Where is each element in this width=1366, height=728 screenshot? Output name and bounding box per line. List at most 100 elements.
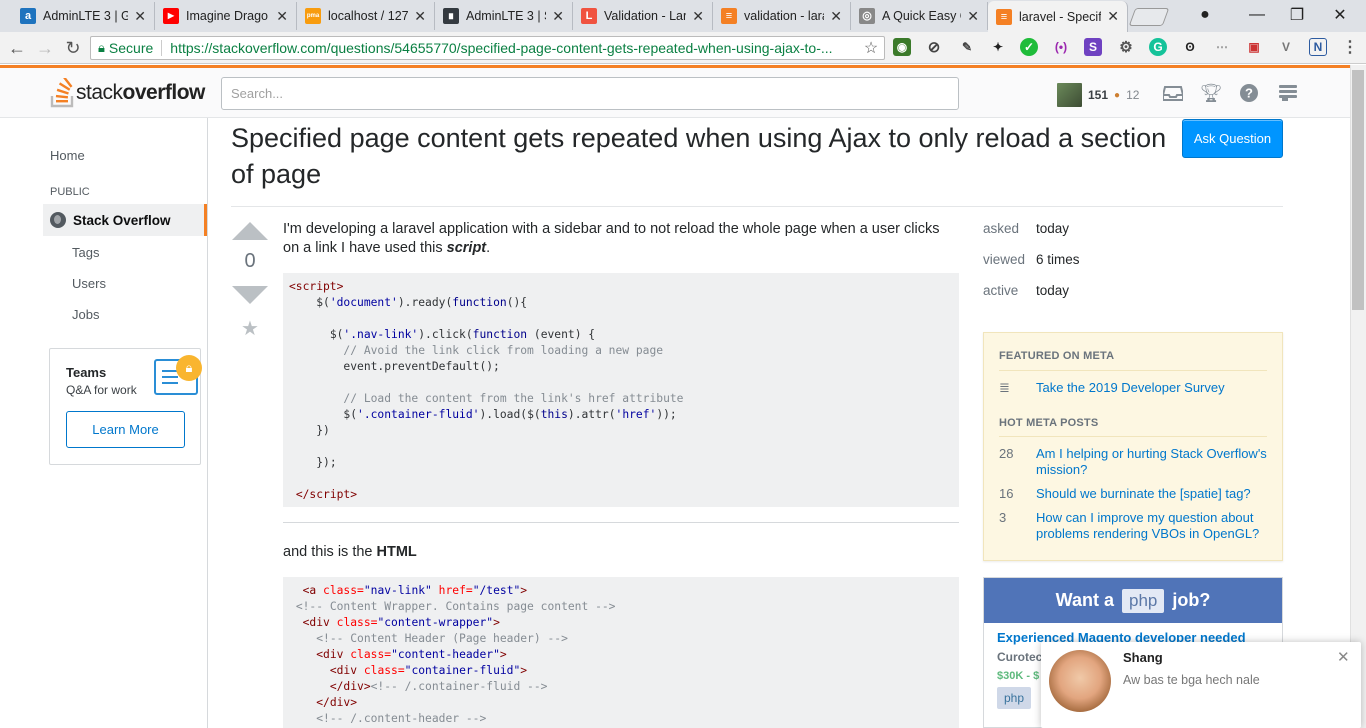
stat-label: active (983, 283, 1019, 298)
block-icon[interactable]: ⊘ (925, 38, 943, 56)
site-switcher-icon[interactable] (1277, 82, 1299, 104)
browser-tab[interactable]: a AdminLTE 3 | G ✕ (12, 2, 155, 30)
nav-section-public: PUBLIC (50, 186, 90, 198)
phpmyadmin-icon: pma (305, 8, 321, 24)
hot-post-item[interactable]: 16 Should we burninate the [spatie] tag? (999, 486, 1269, 502)
tab-title: AdminLTE 3 | G (43, 9, 129, 23)
browser-tab[interactable]: ◎ A Quick Easy G ✕ (851, 2, 988, 30)
browser-tab[interactable]: L Validation - Lar ✕ (573, 2, 713, 30)
maximize-icon[interactable]: ❐ (1279, 0, 1315, 30)
nav-tags[interactable]: Tags (72, 245, 99, 260)
eyedropper-icon[interactable]: ✎ (958, 38, 976, 56)
reputation-count: 151 (1088, 88, 1109, 102)
bookmark-star-icon[interactable]: ☆ (858, 38, 884, 58)
menu-dots-icon[interactable]: ⋮ (1341, 38, 1359, 56)
logo-text-light: stack (76, 81, 123, 104)
left-sidebar: Home PUBLIC Stack Overflow Tags Users Jo… (0, 118, 208, 728)
avatar[interactable] (1057, 83, 1082, 107)
close-tab-icon[interactable]: ✕ (552, 8, 564, 25)
ninja-icon[interactable]: ✦ (989, 38, 1007, 56)
adminlte-icon: a (20, 8, 36, 24)
close-tab-icon[interactable]: ✕ (414, 8, 426, 25)
vue-icon[interactable]: V (1277, 38, 1295, 56)
stat-value[interactable]: today (1036, 283, 1069, 298)
browser-tab-active[interactable]: ≡ laravel - Specif ✕ (988, 1, 1128, 32)
extension-globe-icon[interactable]: ◉ (893, 38, 911, 56)
close-tab-icon[interactable]: ✕ (830, 8, 842, 25)
radio-icon[interactable]: (•) (1052, 38, 1070, 56)
close-window-icon[interactable]: ✕ (1322, 0, 1358, 30)
hot-meta-header: HOT META POSTS (999, 417, 1099, 429)
upvote-arrow-icon[interactable] (232, 222, 268, 240)
nav-stack-overflow[interactable]: Stack Overflow (43, 204, 207, 236)
close-icon[interactable]: ✕ (1337, 648, 1350, 666)
reload-icon[interactable]: ↻ (62, 37, 84, 59)
user-card[interactable]: 151 ● 12 (1057, 83, 1139, 107)
browser-tab[interactable]: pma localhost / 127 ✕ (297, 2, 435, 30)
jobs-want: Want a (1055, 590, 1114, 610)
hot-post-item[interactable]: 28 Am I helping or hurting Stack Overflo… (999, 446, 1269, 478)
code-block-script: <script> $('document').ready(function(){… (283, 273, 959, 507)
address-bar[interactable]: 🔒︎ Secure https://stackoverflow.com/ques… (90, 36, 885, 60)
nav-users[interactable]: Users (72, 276, 106, 291)
browser-tab[interactable]: ▶ Imagine Drago ✕ (155, 2, 297, 30)
gear-extension-icon[interactable]: ⚙ (1117, 38, 1135, 56)
panda-icon[interactable]: ʘ (1181, 38, 1199, 56)
inbox-icon[interactable] (1162, 82, 1184, 104)
downvote-arrow-icon[interactable] (232, 286, 268, 304)
s-extension-icon[interactable]: S (1084, 38, 1102, 56)
featured-item[interactable]: ≣ Take the 2019 Developer Survey (999, 380, 1269, 396)
stackoverflow-icon: ≣ (999, 380, 1010, 395)
trophy-icon[interactable]: 🏆︎ (1200, 82, 1223, 104)
hot-post-link[interactable]: Should we burninate the [spatie] tag? (1036, 486, 1251, 502)
ask-question-button[interactable]: Ask Question (1182, 119, 1283, 158)
nav-jobs[interactable]: Jobs (72, 307, 99, 322)
scrollbar-thumb[interactable] (1352, 70, 1364, 310)
browser-tab[interactable]: ∎ AdminLTE 3 | St ✕ (435, 2, 573, 30)
back-arrow-icon[interactable]: ← (6, 37, 28, 59)
close-tab-icon[interactable]: ✕ (967, 8, 979, 25)
featured-link[interactable]: Take the 2019 Developer Survey (1036, 380, 1225, 396)
nav-label: Stack Overflow (73, 212, 171, 228)
browser-tab[interactable]: ≡ validation - lara ✕ (713, 2, 851, 30)
help-icon[interactable]: ? (1238, 82, 1260, 104)
so-logo[interactable]: stack overflow (50, 78, 205, 108)
url-text[interactable]: https://stackoverflow.com/questions/5465… (170, 40, 858, 56)
lock-icon: 🔒︎ (176, 355, 202, 381)
close-tab-icon[interactable]: ✕ (134, 8, 146, 25)
check-extension-icon[interactable]: ✓ (1020, 38, 1038, 56)
nav-home[interactable]: Home (50, 148, 85, 163)
grammarly-icon[interactable]: G (1149, 38, 1167, 56)
profile-icon[interactable]: ● (1187, 0, 1223, 30)
minimize-icon[interactable]: — (1239, 0, 1275, 30)
globe-icon (50, 212, 66, 228)
job-tag[interactable]: php (997, 687, 1032, 709)
close-tab-icon[interactable]: ✕ (692, 8, 704, 25)
new-tab-button[interactable] (1128, 8, 1170, 26)
close-tab-icon[interactable]: ✕ (1107, 8, 1119, 25)
hot-post-link[interactable]: Am I helping or hurting Stack Overflow's… (1036, 446, 1269, 478)
question-title[interactable]: Specified page content gets repeated whe… (231, 120, 1171, 192)
screen-icon[interactable]: ▣ (1245, 38, 1263, 56)
divider (999, 436, 1267, 437)
forward-arrow-icon[interactable]: → (34, 37, 56, 59)
svg-text:?: ? (1245, 86, 1253, 101)
stackoverflow-logo-icon (50, 78, 74, 108)
search-input[interactable] (221, 77, 959, 110)
favorite-star-icon[interactable]: ★ (231, 316, 269, 341)
n-extension-icon[interactable]: N (1309, 38, 1327, 56)
chat-notification[interactable]: Shang Aw bas te bga hech nale ✕ (1041, 642, 1361, 728)
stackoverflow-icon: ≡ (721, 8, 737, 24)
hot-post-item[interactable]: 3 How can I improve my question about pr… (999, 510, 1269, 542)
notification-message: Aw bas te bga hech nale (1123, 673, 1260, 687)
body-emphasis: script (446, 240, 487, 256)
hot-post-link[interactable]: How can I improve my question about prob… (1036, 510, 1269, 542)
learn-more-button[interactable]: Learn More (66, 411, 185, 448)
stat-value: today (1036, 221, 1070, 236)
vote-count: 0 (244, 250, 256, 272)
vote-cell: 0 ★ (231, 222, 269, 341)
dots-circle-icon[interactable]: ⋯ (1213, 38, 1231, 56)
hot-post-count: 16 (999, 486, 1014, 501)
jobs-job: job? (1172, 590, 1211, 610)
close-tab-icon[interactable]: ✕ (276, 8, 288, 25)
